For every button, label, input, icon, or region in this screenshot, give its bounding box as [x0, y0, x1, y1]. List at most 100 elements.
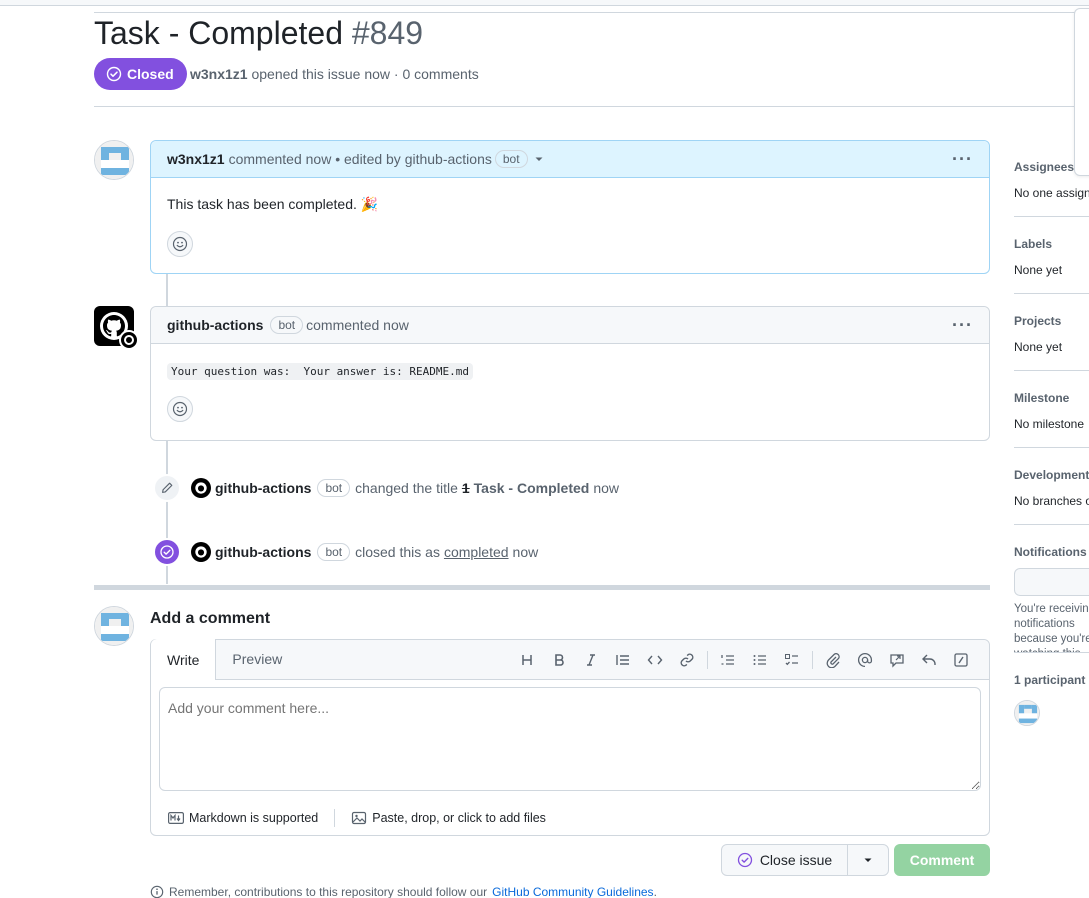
identicon-icon [95, 141, 133, 179]
tab-preview[interactable]: Preview [216, 639, 298, 679]
notifications-note: You're receiving notifications because y… [1014, 603, 1089, 652]
event-actor[interactable]: github-actions [215, 544, 311, 560]
sidebar-heading[interactable]: Development [1014, 467, 1089, 483]
avatar[interactable] [94, 140, 134, 180]
issue-title: Task - Completed #849 [94, 14, 423, 52]
bold-icon[interactable] [543, 646, 575, 674]
chevron-down-icon[interactable] [533, 153, 545, 165]
slash-command-icon[interactable] [945, 646, 977, 674]
attach-note: Paste, drop, or click to add files [372, 811, 546, 825]
comment-header-text: commented now • edited by github-actions [228, 151, 492, 167]
comment-button[interactable]: Comment [894, 844, 990, 876]
sidebar-heading[interactable]: Projects [1014, 313, 1089, 329]
status-badge: Closed [94, 58, 187, 90]
bot-badge: bot [270, 316, 304, 334]
sidebar-participants: 1 participant [1014, 653, 1089, 726]
issue-meta-text: opened this issue now · 0 comments [251, 66, 479, 82]
check-circle-icon [153, 538, 181, 566]
sidebar-heading[interactable]: Assignees [1014, 159, 1089, 175]
smiley-icon [172, 401, 188, 417]
completed-link[interactable]: completed [444, 544, 509, 560]
status-label: Closed [127, 66, 174, 82]
comment-author[interactable]: w3nx1z1 [167, 151, 225, 167]
comment-header: w3nx1z1 commented now • edited by github… [151, 141, 989, 178]
event-actor[interactable]: github-actions [215, 480, 311, 496]
reply-icon[interactable] [913, 646, 945, 674]
timeline-event-rename: github-actions bot changed the title 1 T… [153, 474, 619, 502]
sidebar-milestone: Milestone No milestone [1014, 371, 1089, 448]
old-title: 1 [461, 480, 470, 496]
issue-author-link[interactable]: w3nx1z1 [190, 66, 248, 82]
identicon-icon [95, 607, 133, 645]
check-circle-icon [737, 852, 752, 868]
smiley-icon [172, 236, 188, 252]
comment-textarea[interactable] [159, 687, 981, 791]
comment-editor: Write Preview Markdown is supported [150, 639, 990, 836]
chevron-down-icon [864, 858, 872, 862]
quote-icon[interactable] [607, 646, 639, 674]
sidebar-projects: Projects None yet [1014, 294, 1089, 371]
bot-badge: bot [317, 479, 351, 497]
comment-text: This task has been completed. 🎉 [167, 196, 379, 212]
check-circle-icon [106, 66, 122, 82]
close-issue-label: Close issue [759, 852, 833, 868]
add-reaction-button[interactable] [167, 231, 193, 257]
italic-icon[interactable] [575, 646, 607, 674]
markdown-icon [168, 812, 184, 824]
toolbar-separator [812, 651, 813, 669]
participant-avatar[interactable] [1014, 700, 1040, 726]
close-options-button[interactable] [847, 844, 889, 876]
issue-sidebar: Assignees No one assigned Labels None ye… [1014, 154, 1089, 726]
unordered-list-icon[interactable] [744, 646, 776, 674]
attach-files-button[interactable]: Paste, drop, or click to add files [351, 810, 546, 826]
more-options-icon[interactable]: ··· [952, 149, 973, 170]
task-list-icon[interactable] [776, 646, 808, 674]
github-logo-icon[interactable] [191, 478, 211, 498]
info-icon [150, 885, 164, 898]
subscribe-button[interactable] [1014, 568, 1089, 596]
paperclip-icon[interactable] [817, 646, 849, 674]
markdown-toolbar [511, 640, 977, 680]
sidebar-heading: 1 participant [1014, 673, 1086, 687]
new-title: Task - Completed [473, 480, 590, 496]
markdown-supported-link[interactable]: Markdown is supported [168, 811, 318, 825]
event-time: now [512, 544, 539, 560]
sidebar-heading[interactable]: Milestone [1014, 390, 1089, 406]
close-issue-button[interactable]: Close issue [721, 844, 848, 876]
code-icon[interactable] [639, 646, 671, 674]
top-divider [94, 12, 1089, 13]
heading-icon[interactable] [511, 646, 543, 674]
timeline-event-closed: github-actions bot closed this as comple… [153, 538, 538, 566]
comment-header-text: commented now [306, 317, 409, 333]
github-actions-avatar[interactable] [94, 306, 139, 350]
tab-write[interactable]: Write [151, 639, 217, 680]
mention-icon[interactable] [849, 646, 881, 674]
sidebar-labels: Labels None yet [1014, 217, 1089, 294]
issue-title-text: Task - Completed [94, 15, 343, 51]
cross-reference-icon[interactable] [881, 646, 913, 674]
timeline-divider [94, 585, 990, 590]
avatar[interactable] [94, 606, 134, 646]
add-comment-heading: Add a comment [150, 610, 271, 627]
sidebar-heading[interactable]: Labels [1014, 236, 1089, 252]
sidebar-notifications: Notifications You're receiving notificat… [1014, 525, 1089, 653]
sidebar-value: No branches or pull requests [1014, 494, 1089, 508]
github-logo-icon[interactable] [191, 542, 211, 562]
comment-author[interactable]: github-actions [167, 317, 263, 333]
ordered-list-icon[interactable] [712, 646, 744, 674]
comment-body: Your question was: Your answer is: READM… [151, 344, 989, 438]
event-action: changed the title [355, 480, 458, 496]
link-icon[interactable] [671, 646, 703, 674]
remember-text: Remember, contributions to this reposito… [169, 885, 488, 898]
toolbar-separator [707, 651, 708, 669]
floating-panel [1074, 8, 1089, 176]
issue-number: #849 [351, 15, 424, 51]
header-divider [94, 106, 1089, 107]
pencil-icon [153, 474, 181, 502]
comment-header: github-actions bot commented now ··· [151, 307, 989, 344]
sidebar-heading: Notifications [1014, 545, 1087, 559]
comment-body: This task has been completed. 🎉 [151, 178, 989, 273]
add-reaction-button[interactable] [167, 396, 193, 422]
guidelines-link[interactable]: GitHub Community Guidelines [492, 885, 653, 898]
more-options-icon[interactable]: ··· [952, 315, 973, 336]
